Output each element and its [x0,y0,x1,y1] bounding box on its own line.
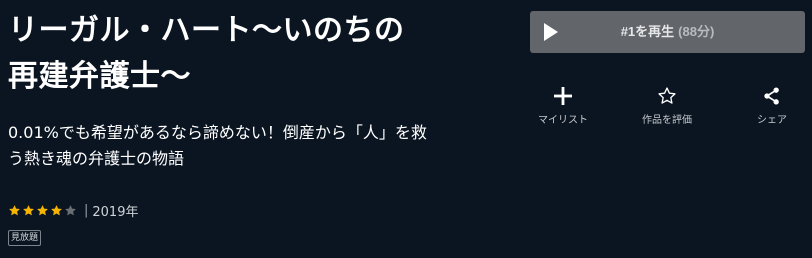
star-filled-icon [23,204,34,215]
mylist-label: マイリスト [538,115,588,126]
mylist-button[interactable]: マイリスト [523,84,603,130]
meta-separator: | [84,202,89,218]
availability-badge: 見放題 [8,230,42,246]
catchphrase-line-2: う熱き魂の弁護士の物語 [8,149,185,168]
star-filled-icon [51,204,62,215]
share-icon [732,84,812,108]
play-episode-label: #1を再生 [620,24,675,39]
plus-icon [523,84,603,108]
rate-button[interactable]: 作品を評価 [627,84,707,130]
catchphrase: 0.01%でも希望があるなら諦めない！倒産から「人」を救 う熱き魂の弁護士の物語 [8,120,448,172]
rating-stars [8,204,78,217]
page-title: リーガル・ハート〜いのちの 再建弁護士〜 [8,8,428,100]
release-year: 2019年 [92,204,139,220]
share-label: シェア [757,115,787,126]
play-button[interactable]: #1を再生 (88分) [530,11,805,53]
title-line-2: 再建弁護士〜 [8,59,191,94]
star-filled-icon [9,204,20,215]
share-button[interactable]: シェア [732,84,812,130]
title-meta: | 2019年 [8,201,139,220]
action-bar: マイリスト 作品を評価 シェア [530,84,805,130]
play-duration: (88分) [678,24,715,39]
star-filled-icon [37,204,48,215]
play-button-label: #1を再生 (88分) [530,11,805,53]
star-empty-icon [65,204,76,215]
rate-label: 作品を評価 [642,115,692,126]
catchphrase-line-1: 0.01%でも希望があるなら諦めない！倒産から「人」を救 [8,123,427,142]
star-outline-icon [627,84,707,108]
title-detail-page: リーガル・ハート〜いのちの 再建弁護士〜 0.01%でも希望があるなら諦めない！… [0,0,812,258]
title-line-1: リーガル・ハート〜いのちの [8,13,405,48]
